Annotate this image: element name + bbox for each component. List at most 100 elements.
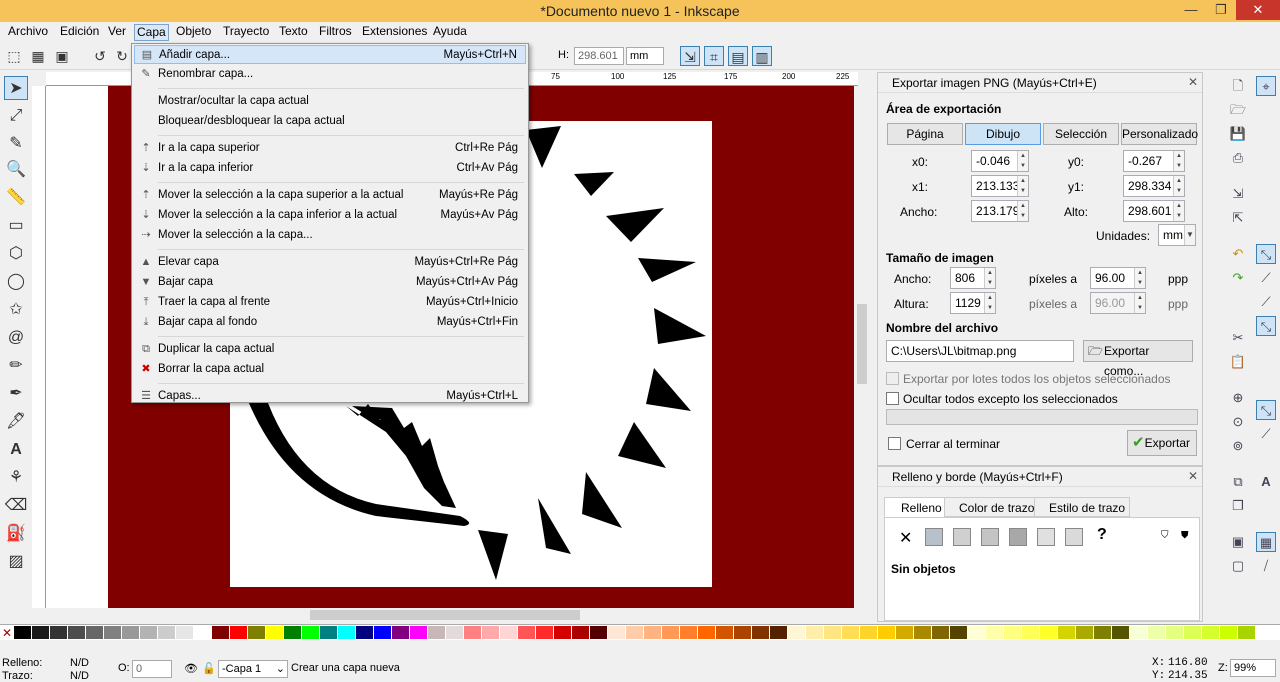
height-input[interactable]: 298.601 ▲ ▼	[1123, 200, 1185, 222]
horizontal-scroll-thumb[interactable]	[310, 610, 580, 620]
spiral-tool-icon[interactable]: @	[4, 326, 28, 350]
export-icon[interactable]: ⇱	[1228, 208, 1248, 228]
palette-swatch[interactable]	[302, 626, 319, 639]
current-layer-select[interactable]: -Capa 1 ⌄	[218, 660, 288, 678]
menu-capa[interactable]: Capa	[134, 24, 169, 41]
palette-swatch[interactable]	[1112, 626, 1129, 639]
zoom-drawing-icon[interactable]: ⊙	[1228, 412, 1248, 432]
palette-swatch[interactable]	[554, 626, 571, 639]
palette-swatch[interactable]	[914, 626, 931, 639]
menu-item-11[interactable]: ⇢ Mover la selección a la capa...	[134, 226, 526, 245]
undo-icon[interactable]: ↶	[1228, 244, 1248, 264]
tab-relleno[interactable]: Relleno	[884, 497, 947, 517]
palette-swatch[interactable]	[140, 626, 157, 639]
palette-swatch[interactable]	[626, 626, 643, 639]
tab-dibujo[interactable]: Dibujo	[965, 123, 1041, 145]
fill-rule-nonzero-icon[interactable]: ⛊	[1181, 530, 1189, 541]
deselect-icon[interactable]: ▣	[52, 46, 72, 66]
open-file-icon[interactable]: 🗁	[1228, 100, 1248, 120]
vertical-scrollbar[interactable]	[854, 86, 870, 608]
pencil-tool-icon[interactable]: ✏	[4, 354, 28, 378]
cut-icon[interactable]: ✂	[1228, 328, 1248, 348]
ungroup-icon[interactable]: ▢	[1228, 556, 1248, 576]
palette-swatch[interactable]	[1184, 626, 1201, 639]
palette-swatches[interactable]: ✕	[0, 625, 1280, 641]
tab-seleccion[interactable]: Selección	[1043, 123, 1119, 145]
palette-swatch[interactable]	[86, 626, 103, 639]
image-height-input[interactable]: 1129 ▲ ▼	[950, 292, 996, 314]
palette-swatch[interactable]	[1058, 626, 1075, 639]
radial-gradient-icon[interactable]	[981, 528, 999, 546]
pattern-icon[interactable]	[1037, 528, 1055, 546]
zoom-selection-icon[interactable]: ⊕	[1228, 388, 1248, 408]
transform-gradients-icon[interactable]: ▤	[728, 46, 748, 66]
new-document-icon[interactable]: 🗋	[1228, 76, 1248, 96]
layer-lock-icon[interactable]: 🔓	[202, 662, 216, 675]
print-icon[interactable]: ⎙	[1228, 148, 1248, 168]
palette-swatch[interactable]	[1004, 626, 1021, 639]
close-window-button[interactable]: ✕	[1236, 0, 1280, 20]
palette-swatch[interactable]	[770, 626, 787, 639]
clone-icon[interactable]: ❐	[1228, 496, 1248, 516]
export-button[interactable]: ✔ Exportar	[1127, 430, 1197, 456]
palette-swatch[interactable]	[374, 626, 391, 639]
mesh-gradient-icon[interactable]	[1009, 528, 1027, 546]
tab-estilo-trazo[interactable]: Estilo de trazo	[1034, 497, 1131, 517]
select-all-icon[interactable]: ⬚	[4, 46, 24, 66]
menu-item-9[interactable]: ⇡ Mover la selección a la capa superior a…	[134, 186, 526, 205]
rotate-ccw-icon[interactable]: ↺	[90, 46, 110, 66]
palette-swatch[interactable]	[860, 626, 877, 639]
palette-swatch[interactable]	[1148, 626, 1165, 639]
menu-item-15[interactable]: ⤒ Traer la capa al frente Mayús+Ctrl+Inici…	[134, 293, 526, 312]
text-tool-icon[interactable]: A	[4, 438, 28, 462]
palette-swatch[interactable]	[842, 626, 859, 639]
palette-swatch[interactable]	[14, 626, 31, 639]
palette-swatch[interactable]	[932, 626, 949, 639]
snap-toggle-icon[interactable]: ⌖	[1256, 76, 1276, 96]
palette-swatch[interactable]	[482, 626, 499, 639]
units-select[interactable]: mm ▼	[1158, 224, 1196, 246]
menu-item-10[interactable]: ⇣ Mover la selección a la capa inferior a…	[134, 206, 526, 225]
export-as-button[interactable]: 🗁 Exportar como...	[1083, 340, 1193, 378]
width-input[interactable]: 213.179 ▲ ▼	[971, 200, 1029, 222]
opacity-input[interactable]: 0	[132, 660, 172, 678]
palette-swatch[interactable]	[968, 626, 985, 639]
fill-rule-evenodd-icon[interactable]: ⛉	[1161, 530, 1169, 541]
paste-icon[interactable]: 📋	[1228, 352, 1248, 372]
text-font-icon[interactable]: A	[1256, 472, 1276, 492]
menu-ver[interactable]: Ver	[106, 24, 128, 41]
hide-others-checkbox[interactable]	[886, 392, 899, 405]
filename-input[interactable]: C:\Users\JL\bitmap.png	[886, 340, 1074, 362]
unset-paint-icon[interactable]: ?	[1097, 526, 1107, 544]
image-width-input[interactable]: 806 ▲ ▼	[950, 267, 996, 289]
zoom-page-icon[interactable]: ⊚	[1228, 436, 1248, 456]
pen-tool-icon[interactable]: ✒	[4, 382, 28, 406]
dpi-input[interactable]: 96.00 ▲ ▼	[1090, 267, 1146, 289]
palette-swatch[interactable]	[320, 626, 337, 639]
x0-input[interactable]: -0.046 ▲ ▼	[971, 150, 1029, 172]
y1-input[interactable]: 298.334 ▲ ▼	[1123, 175, 1185, 197]
menu-item-13[interactable]: ▲ Elevar capa Mayús+Ctrl+Re Pág	[134, 253, 526, 272]
palette-swatch[interactable]	[608, 626, 625, 639]
snap-others-icon[interactable]: ⤡	[1256, 400, 1276, 420]
swatch-icon[interactable]	[1065, 528, 1083, 546]
palette-swatch[interactable]	[752, 626, 769, 639]
close-fill-dialog-icon[interactable]: ✕	[1188, 469, 1198, 483]
palette-swatch[interactable]	[1166, 626, 1183, 639]
palette-swatch[interactable]	[698, 626, 715, 639]
palette-swatch[interactable]	[68, 626, 85, 639]
snap-edges-icon[interactable]: ⟋	[1256, 268, 1276, 288]
palette-swatch[interactable]	[194, 626, 211, 639]
palette-swatch[interactable]	[104, 626, 121, 639]
palette-swatch[interactable]	[122, 626, 139, 639]
horizontal-scrollbar[interactable]	[46, 608, 858, 622]
palette-swatch[interactable]	[806, 626, 823, 639]
palette-swatch[interactable]	[590, 626, 607, 639]
rectangle-tool-icon[interactable]: ▭	[4, 214, 28, 238]
palette-swatch[interactable]	[266, 626, 283, 639]
import-icon[interactable]: ⇲	[1228, 184, 1248, 204]
palette-swatch[interactable]	[50, 626, 67, 639]
rotate-cw-icon[interactable]: ↻	[112, 46, 132, 66]
calligraphy-tool-icon[interactable]: 🖋	[4, 410, 28, 434]
y0-input[interactable]: -0.267 ▲ ▼	[1123, 150, 1185, 172]
